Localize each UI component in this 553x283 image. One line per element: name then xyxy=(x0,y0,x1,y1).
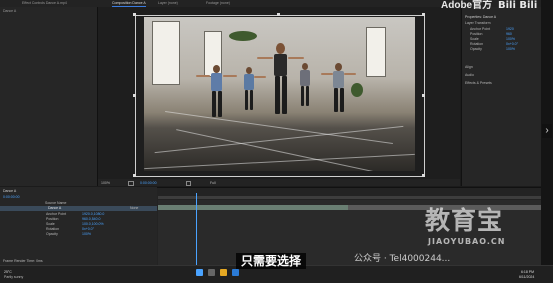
column-header-source: Source Name xyxy=(45,201,67,205)
tl-prop-label: Position xyxy=(46,217,59,221)
prop-row-label: Anchor Point xyxy=(470,27,491,31)
prop-row-value[interactable]: 0x+0.0° xyxy=(506,42,518,46)
tab-layer[interactable]: Layer (none) xyxy=(158,1,178,6)
layer-mode[interactable]: None xyxy=(130,206,138,210)
chevron-right-icon[interactable]: › xyxy=(542,124,552,138)
prop-row-label: Position xyxy=(470,32,483,36)
prop-row-value[interactable]: 100% xyxy=(506,37,515,41)
layer-name[interactable]: Dance A xyxy=(48,206,61,210)
tl-prop-value[interactable]: 1920.0,1080.0 xyxy=(82,212,104,216)
render-time-footer: Frame Render Time: 0ms xyxy=(3,259,43,263)
frame-handle-tr[interactable] xyxy=(422,13,425,16)
video-player-edge xyxy=(541,0,553,282)
snapshot-icon[interactable] xyxy=(186,181,191,186)
prop-row-label: Opacity xyxy=(470,47,482,51)
wechat-watermark: 公众号 · Tel4000244... xyxy=(354,254,451,264)
video-frame-dancers xyxy=(144,17,415,171)
viewer-timecode[interactable]: 0:00:00:00 xyxy=(140,181,157,185)
tl-prop-value[interactable]: 100% xyxy=(82,232,91,236)
properties-title: Properties: Dance A xyxy=(465,15,497,19)
tl-prop-value[interactable]: 100.0,100.0% xyxy=(82,222,104,226)
group-effects-presets[interactable]: Effects & Presets xyxy=(465,81,492,85)
project-panel-title: Dance A xyxy=(3,9,17,13)
frame-handle-top[interactable] xyxy=(277,13,280,16)
jiaoyubao-watermark: 教育宝 xyxy=(425,206,504,235)
frame-handle-tl[interactable] xyxy=(133,13,136,16)
prop-row-value[interactable]: 960 xyxy=(506,32,512,36)
window-left xyxy=(152,21,180,85)
tab-composition-label: Composition Dance A xyxy=(112,1,146,5)
frame-handle-right[interactable] xyxy=(422,94,425,97)
tab-effect-controls[interactable]: Effect Controls Dance A.mp4 xyxy=(22,1,67,6)
window-right xyxy=(366,27,386,77)
prop-row-value[interactable]: 1920 xyxy=(506,27,514,31)
bilibili-logo: Bili Bili xyxy=(498,0,538,11)
tl-prop-label: Opacity xyxy=(46,232,58,236)
weather-desc[interactable]: Partly sunny xyxy=(4,275,23,279)
zoom-dropdown[interactable]: 100% xyxy=(101,181,110,185)
hanging-plant xyxy=(229,31,257,41)
viewer-control-bar: 100% 0:00:00:00 Full xyxy=(98,179,460,186)
layer-duration-bar[interactable] xyxy=(158,205,348,210)
properties-panel: Properties: Dance A Layer Transform Anch… xyxy=(461,7,542,186)
clock-date[interactable]: 6/11/2024 xyxy=(519,275,534,279)
floor-glare xyxy=(144,153,415,170)
prop-row-value[interactable]: 100% xyxy=(506,47,515,51)
potted-plant xyxy=(351,83,363,97)
timeline-timecode[interactable]: 0:00:00:00 xyxy=(3,195,20,199)
work-area-bar[interactable] xyxy=(158,196,541,199)
playhead[interactable] xyxy=(196,193,197,265)
prop-row-label: Scale xyxy=(470,37,479,41)
timeline-layer-list: Dance A 0:00:00:00 Source Name Dance A N… xyxy=(0,187,157,265)
windows-start-icon[interactable] xyxy=(196,269,203,276)
properties-section: Layer Transform xyxy=(465,21,491,25)
tl-prop-label: Anchor Point xyxy=(46,212,67,216)
clock-time[interactable]: 6:18 PM xyxy=(521,270,534,274)
frame-handle-br[interactable] xyxy=(422,174,425,177)
frame-handle-left[interactable] xyxy=(133,94,136,97)
tab-footage[interactable]: Footage (none) xyxy=(206,1,230,6)
edge-icon[interactable] xyxy=(232,269,239,276)
video-subtitle: 只需要选择 xyxy=(236,253,307,269)
timeline-tab[interactable]: Dance A xyxy=(3,189,16,193)
project-panel: Dance A xyxy=(0,7,98,186)
tl-prop-label: Scale xyxy=(46,222,55,226)
tab-composition[interactable]: Composition Dance A xyxy=(112,1,146,7)
frame-handle-bl[interactable] xyxy=(133,174,136,177)
search-icon[interactable] xyxy=(208,269,215,276)
tl-prop-value[interactable]: 0x+0.0° xyxy=(82,227,94,231)
adobe-brand-watermark: Adobe官方 xyxy=(441,0,493,11)
prop-row-label: Rotation xyxy=(470,42,484,46)
fit-icon[interactable] xyxy=(128,181,134,186)
group-align[interactable]: Align xyxy=(465,65,473,69)
resolution-dropdown[interactable]: Full xyxy=(210,181,216,185)
group-audio[interactable]: Audio xyxy=(465,73,474,77)
tl-prop-label: Rotation xyxy=(46,227,60,231)
jiaoyubao-url-watermark: JIAOYUBAO.CN xyxy=(428,237,506,246)
tl-prop-value[interactable]: 960.0,540.0 xyxy=(82,217,101,221)
weather-temp[interactable]: 25°C xyxy=(4,270,12,274)
file-explorer-icon[interactable] xyxy=(220,269,227,276)
